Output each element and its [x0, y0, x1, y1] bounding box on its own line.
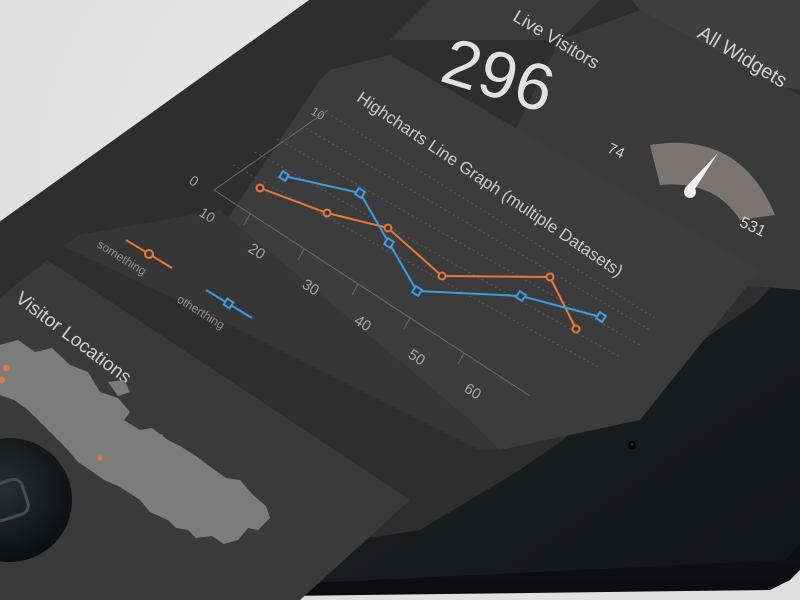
- device-illustration: [0, 0, 800, 600]
- scene: Live Visitors 296 All Widgets 74 531 Hig…: [0, 0, 800, 600]
